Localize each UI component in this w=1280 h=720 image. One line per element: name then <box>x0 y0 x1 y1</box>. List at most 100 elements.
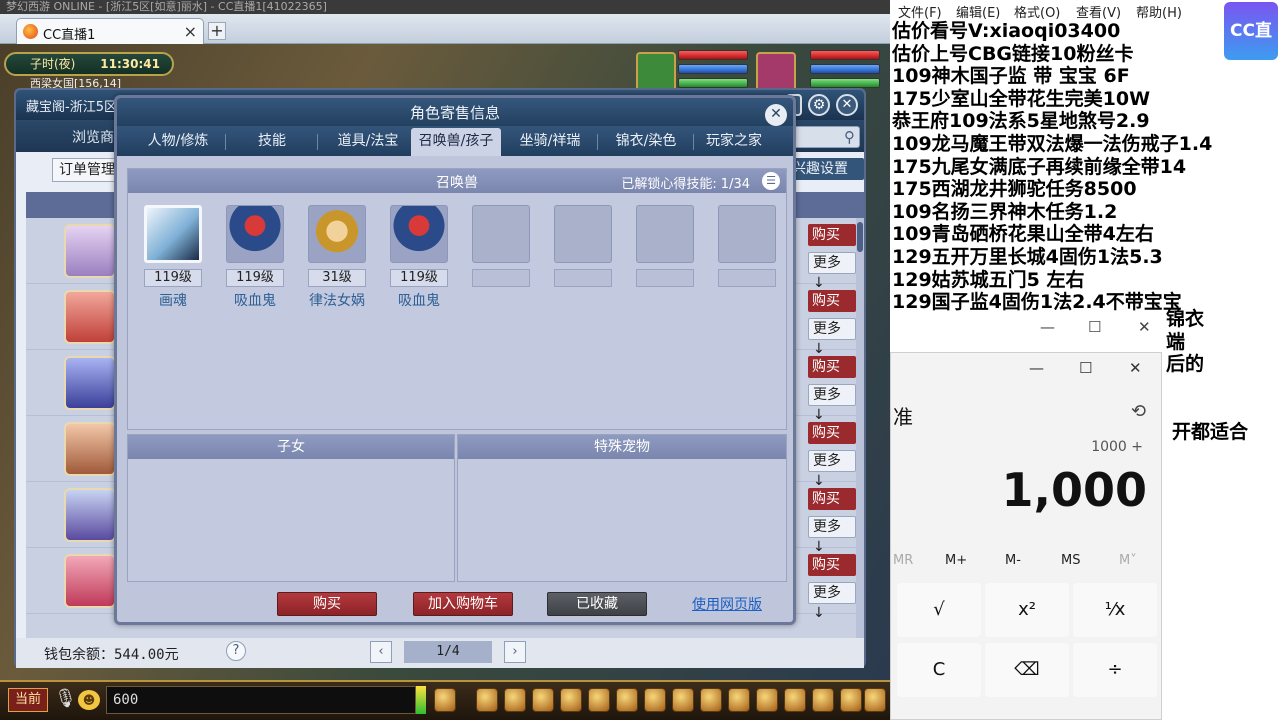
menu-view[interactable]: 查看(V) <box>1076 2 1121 21</box>
minimize-icon[interactable]: — <box>1029 359 1044 377</box>
memory-subtract-button[interactable]: M- <box>1005 553 1021 568</box>
guild-icon[interactable] <box>616 688 638 712</box>
pet-name[interactable]: 画魂 <box>144 290 202 310</box>
interest-settings-button[interactable]: 兴趣设置 <box>786 158 864 180</box>
close-icon[interactable]: ✕ <box>1129 359 1142 377</box>
history-icon[interactable]: ⟲ <box>1131 401 1146 422</box>
page-indicator: 1/4 <box>404 641 492 663</box>
friends-icon[interactable] <box>644 688 666 712</box>
task-icon[interactable] <box>560 688 582 712</box>
divide-button[interactable]: ÷ <box>1073 643 1157 697</box>
maximize-icon[interactable]: ☐ <box>1079 359 1092 377</box>
buy-button[interactable]: 购买 <box>808 488 856 510</box>
emoticon-icon[interactable]: ☻ <box>78 690 100 710</box>
background-window-titlebar <box>890 311 1162 352</box>
close-icon[interactable]: ✕ <box>765 104 787 126</box>
attack-icon[interactable] <box>476 688 498 712</box>
memory-add-button[interactable]: M+ <box>945 553 967 568</box>
minimize-icon[interactable]: — <box>1040 318 1055 336</box>
menu-edit[interactable]: 编辑(E) <box>956 2 1000 21</box>
microphone-icon[interactable]: 🎙 <box>54 688 77 712</box>
reciprocal-button[interactable]: ¹⁄x <box>1073 583 1157 637</box>
backspace-button[interactable]: ⌫ <box>985 643 1069 697</box>
buy-button[interactable]: 购买 <box>808 356 856 378</box>
skills-icon[interactable] <box>700 688 722 712</box>
bag-icon[interactable] <box>504 688 526 712</box>
buy-button[interactable]: 购买 <box>808 290 856 312</box>
tab-outfits[interactable]: 锦衣/染色 <box>601 128 691 156</box>
tab-cc-live[interactable]: CC直播1 × <box>16 18 204 44</box>
clear-button[interactable]: C <box>897 643 981 697</box>
new-tab-button[interactable]: + <box>208 22 226 40</box>
next-page-button[interactable]: › <box>504 641 526 663</box>
activity-icon[interactable] <box>784 688 806 712</box>
menu-format[interactable]: 格式(O) <box>1014 2 1060 21</box>
gear-icon[interactable]: ⚙ <box>808 94 830 116</box>
dialog-tabs: 人物/修炼 技能 道具/法宝 召唤兽/孩子 坐骑/祥瑞 锦衣/染色 玩家之家 <box>117 126 793 156</box>
shop-icon[interactable] <box>756 688 778 712</box>
tab-skills[interactable]: 技能 <box>237 128 307 156</box>
more-button[interactable]: 更多 ↓ <box>808 318 856 357</box>
use-web-version-link[interactable]: 使用网页版 <box>692 594 762 614</box>
memory-store-button[interactable]: MS <box>1061 553 1080 568</box>
smile-icon[interactable] <box>812 688 834 712</box>
buy-button[interactable]: 购买 <box>808 422 856 444</box>
pet-name[interactable]: 律法女娲 <box>308 290 366 310</box>
more-button[interactable]: 更多 ↓ <box>808 450 856 489</box>
team-icon[interactable] <box>588 688 610 712</box>
settings-icon[interactable] <box>864 688 886 712</box>
square-button[interactable]: x² <box>985 583 1069 637</box>
menu-help[interactable]: 帮助(H) <box>1136 2 1182 21</box>
pet-portrait[interactable] <box>636 52 676 92</box>
pet-level: 119级 <box>390 269 448 287</box>
buy-button[interactable]: 购买 <box>277 592 377 616</box>
more-button[interactable]: 更多 ↓ <box>808 384 856 423</box>
more-button[interactable]: 更多 ↓ <box>808 582 856 621</box>
pet-slot[interactable]: 119级 吸血鬼 <box>390 205 450 310</box>
buy-button[interactable]: 购买 <box>808 224 856 246</box>
tab-close-icon[interactable]: × <box>184 22 197 41</box>
close-icon[interactable]: ✕ <box>836 94 858 116</box>
pet-slot[interactable]: 119级 画魂 <box>144 205 204 310</box>
list-menu-icon[interactable]: ☰ <box>762 172 780 190</box>
empty-pet-slot <box>636 205 696 287</box>
pet-name[interactable]: 吸血鬼 <box>390 290 448 310</box>
text-line: 估价看号V:xiaoqi03400 <box>892 20 1121 42</box>
search-icon[interactable]: ⚲ <box>844 128 855 146</box>
add-to-cart-button[interactable]: 加入购物车 <box>413 592 513 616</box>
pet-slot[interactable]: 31级 律法女娲 <box>308 205 368 310</box>
tab-pets-children[interactable]: 召唤兽/孩子 <box>411 128 501 156</box>
buy-button[interactable]: 购买 <box>808 554 856 576</box>
calculator-mode-label[interactable]: 准 <box>893 401 913 430</box>
maximize-icon[interactable]: ☐ <box>1088 318 1101 336</box>
notepad-text-area[interactable]: 估价看号V:xiaoqi03400 估价上号CBG链接10粉丝卡 109神木国子… <box>892 20 1277 314</box>
mascot-icon[interactable] <box>434 688 456 712</box>
menu-file[interactable]: 文件(F) <box>898 2 942 21</box>
scrollbar-thumb[interactable] <box>857 222 863 252</box>
close-icon[interactable]: ✕ <box>1138 318 1151 336</box>
tab-player-home[interactable]: 玩家之家 <box>697 128 771 156</box>
favorited-button[interactable]: 已收藏 <box>547 592 647 616</box>
list-scrollbar[interactable] <box>856 218 864 638</box>
pet-slot[interactable]: 119级 吸血鬼 <box>226 205 286 310</box>
tab-items[interactable]: 道具/法宝 <box>325 128 411 156</box>
help-icon[interactable]: ? <box>226 641 246 661</box>
player-portrait[interactable] <box>756 52 796 92</box>
sqrt-button[interactable]: √ <box>897 583 981 637</box>
tab-character[interactable]: 人物/修炼 <box>137 128 219 156</box>
text-line: 175九尾女满底子再续前缘全带14 <box>892 155 1187 178</box>
system-icon[interactable] <box>840 688 862 712</box>
chat-channel-button[interactable]: 当前 <box>8 688 48 712</box>
trade-icon[interactable] <box>672 688 694 712</box>
memory-list-button[interactable]: M˅ <box>1119 553 1137 568</box>
map-icon[interactable] <box>728 688 750 712</box>
tab-mounts[interactable]: 坐骑/祥瑞 <box>505 128 595 156</box>
chat-input[interactable]: 600 <box>106 686 416 714</box>
more-button[interactable]: 更多 ↓ <box>808 252 856 291</box>
more-button[interactable]: 更多 ↓ <box>808 516 856 555</box>
wallet-balance: 钱包余额：544.00元 <box>44 647 179 663</box>
pet-name[interactable]: 吸血鬼 <box>226 290 284 310</box>
prev-page-button[interactable]: ‹ <box>370 641 392 663</box>
memory-recall-button[interactable]: MR <box>893 553 913 568</box>
pet-menu-icon[interactable] <box>532 688 554 712</box>
